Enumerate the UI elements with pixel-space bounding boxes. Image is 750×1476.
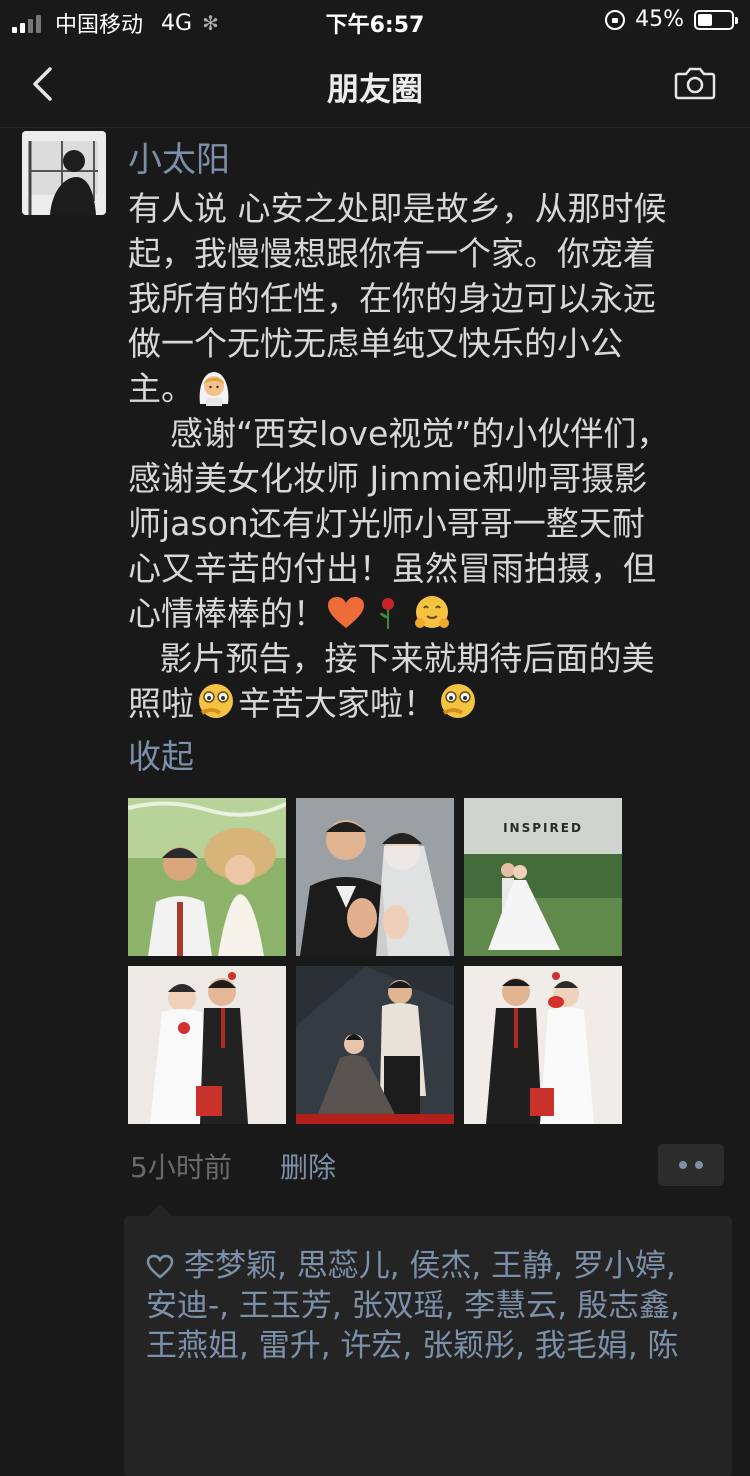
- page-title: 朋友圈: [326, 70, 423, 108]
- photo-text: INSPIRED: [503, 821, 583, 835]
- avatar[interactable]: [22, 131, 106, 215]
- post-meta: 5小时前 删除: [128, 1144, 724, 1190]
- likes-panel: 李梦颖, 思蕊儿, 侯杰, 王静, 罗小婷, 安迪-, 王玉芳, 张双瑶, 李慧…: [124, 1204, 732, 1476]
- post-line: 心又辛苦的付出！虽然冒雨拍摄，但: [128, 549, 656, 588]
- author-name[interactable]: 小太阳: [128, 132, 230, 181]
- status-right: 45%: [605, 7, 738, 32]
- post-line: 心情棒棒的！: [128, 594, 326, 633]
- dot-icon: [679, 1161, 687, 1169]
- battery-fill: [698, 13, 713, 26]
- post-line: 照啦: [128, 684, 194, 723]
- post-line: 感谢“西安love视觉”的小伙伴们，: [128, 414, 670, 453]
- post-text: 有人说 心安之处即是故乡，从那时候 起，我慢慢想跟你有一个家。你宠着 我所有的任…: [128, 186, 728, 726]
- post-line: 主。: [128, 369, 194, 408]
- rose-emoji-icon: [380, 598, 394, 629]
- hug-emoji-icon: [415, 596, 449, 628]
- post-line: 辛苦大家啦！: [238, 684, 436, 723]
- photo-grid: INSPIRED: [128, 798, 624, 1124]
- status-bar: 中国移动 4G ✻ 下午6:57 45%: [0, 0, 750, 40]
- photo-thumbnail[interactable]: INSPIRED: [464, 798, 622, 956]
- delete-link[interactable]: 删除: [280, 1146, 336, 1186]
- thinking-emoji-icon: [441, 684, 475, 718]
- photo-thumbnail[interactable]: [296, 798, 454, 956]
- post-line: 感谢美女化妆师 Jimmie和帅哥摄影: [128, 459, 648, 498]
- post-line: 有人说 心安之处即是故乡，从那时候: [128, 189, 667, 228]
- post-line: 我所有的任性，在你的身边可以永远: [128, 279, 656, 318]
- photo-thumbnail[interactable]: [128, 966, 286, 1124]
- photo-thumbnail[interactable]: [128, 798, 286, 956]
- post-line: 起，我慢慢想跟你有一个家。你宠着: [128, 234, 656, 273]
- heart-emoji-icon: [328, 597, 364, 628]
- battery-percent: 45%: [635, 7, 684, 32]
- post-line: 师jason还有灯光师小哥哥一整天耐: [128, 504, 645, 543]
- nav-bar: 朋友圈: [0, 40, 750, 128]
- collapse-link[interactable]: 收起: [128, 730, 194, 778]
- post-line: 影片预告，接下来就期待后面的美: [128, 639, 655, 678]
- battery-icon: [694, 9, 738, 30]
- rotation-lock-icon: [605, 9, 626, 30]
- dot-icon: [695, 1161, 703, 1169]
- camera-icon[interactable]: [674, 66, 716, 100]
- likes-list: 李梦颖, 思蕊儿, 侯杰, 王静, 罗小婷, 安迪-, 王玉芳, 张双瑶, 李慧…: [146, 1246, 716, 1366]
- more-actions-button[interactable]: [658, 1144, 724, 1186]
- bride-emoji-icon: [199, 372, 229, 406]
- timestamp: 5小时前: [130, 1151, 232, 1184]
- likes-names[interactable]: 李梦颖, 思蕊儿, 侯杰, 王静, 罗小婷, 安迪-, 王玉芳, 张双瑶, 李慧…: [146, 1248, 680, 1364]
- post-line: 做一个无忧无虑单纯又快乐的小公: [128, 324, 623, 363]
- heart-outline-icon: [146, 1254, 174, 1279]
- photo-thumbnail[interactable]: [296, 966, 454, 1124]
- photo-thumbnail[interactable]: [464, 966, 622, 1124]
- thinking-emoji-icon: [199, 684, 233, 718]
